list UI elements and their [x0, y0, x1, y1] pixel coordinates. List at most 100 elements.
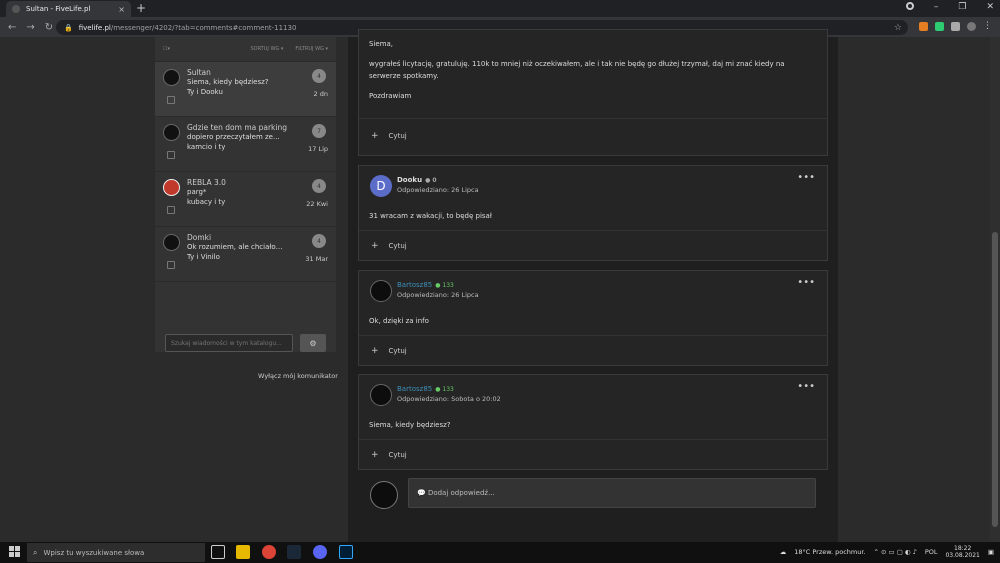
conversation-checkbox[interactable] — [167, 261, 175, 269]
url-path: /messenger/4202/?tab=comments#comment-11… — [110, 23, 297, 32]
message-line: Pozdrawiam — [369, 92, 412, 100]
plus-icon: + — [371, 131, 379, 141]
file-explorer-icon[interactable] — [236, 545, 250, 559]
conversation-title[interactable]: REBLA 3.0 — [187, 178, 226, 187]
conversation-item[interactable]: REBLA 3.0 parg* kubacy i ty 4 22 Kwi — [155, 172, 336, 227]
quote-label: Cytuj — [388, 451, 407, 459]
bookmark-star-icon[interactable]: ☆ — [894, 23, 902, 33]
conversation-title[interactable]: Gdzie ten dom ma parking — [187, 123, 287, 132]
puzzle-icon[interactable] — [951, 21, 960, 31]
post-author[interactable]: Bartosz85 ● 133 — [397, 385, 454, 393]
menu-kebab-icon[interactable]: ⋮ — [983, 21, 992, 31]
avatar — [163, 179, 180, 196]
url-host: fivelife.pl — [78, 23, 111, 32]
message-post: Bartosz85 ● 133 Odpowiedziano: 26 Lipca •… — [358, 270, 828, 366]
conversation-item[interactable]: Sultan Siema, kiedy będziesz? Ty i Dooku… — [155, 62, 336, 117]
post-author[interactable]: Bartosz85 ● 133 — [397, 281, 454, 289]
conversation-checkbox[interactable] — [167, 151, 175, 159]
quote-label: Cytuj — [388, 242, 407, 250]
conversation-participants: kubacy i ty — [187, 198, 226, 206]
avatar — [370, 481, 398, 509]
tray-icons[interactable]: ⌃ ⊙ ▭ ▢ ◐ ♪ — [873, 548, 916, 556]
reload-icon[interactable]: ↻ — [45, 22, 53, 33]
divider — [359, 439, 827, 440]
record-icon[interactable] — [905, 2, 914, 10]
conversation-checkbox[interactable] — [167, 96, 175, 104]
close-window-button[interactable]: ✕ — [986, 2, 994, 12]
windows-start-icon[interactable] — [9, 546, 20, 557]
avatar[interactable]: D — [370, 175, 392, 197]
maximize-button[interactable]: ❐ — [958, 2, 966, 12]
favicon-icon — [12, 5, 20, 13]
reputation-badge: ● 133 — [435, 282, 454, 289]
message-body: Ok, dzięki za info — [369, 317, 429, 325]
post-author[interactable]: Dooku ● 0 — [397, 176, 437, 184]
reply-count-badge: 4 — [312, 69, 326, 83]
filter-button[interactable]: FILTRUJ WG ▾ — [295, 46, 328, 52]
select-all-icon[interactable]: ☐▾ — [163, 46, 170, 52]
page-scrollbar[interactable] — [990, 37, 1000, 542]
chrome-icon[interactable] — [262, 545, 276, 559]
quote-button[interactable]: + Cytuj — [371, 346, 407, 356]
conversation-checkbox[interactable] — [167, 206, 175, 214]
reply-input[interactable]: 💬 Dodaj odpowiedź... — [408, 478, 816, 508]
photoshop-icon[interactable] — [339, 545, 353, 559]
quote-button[interactable]: + Cytuj — [371, 241, 407, 251]
extension-icon[interactable] — [919, 21, 928, 31]
conversation-list-header: ☐▾ SORTUJ WG ▾ FILTRUJ WG ▾ — [155, 37, 336, 62]
new-tab-button[interactable]: + — [136, 1, 146, 15]
steam-icon[interactable] — [287, 545, 301, 559]
minimize-button[interactable]: – — [934, 2, 939, 12]
disable-messenger-link[interactable]: Wyłącz mój komunikator — [258, 372, 338, 380]
browser-tab[interactable]: Sultan - FiveLife.pl × — [6, 1, 131, 17]
back-icon[interactable]: ← — [8, 22, 16, 33]
reply-count-badge: 4 — [312, 234, 326, 248]
plus-icon: + — [371, 450, 379, 460]
clock[interactable]: 18:22 03.08.2021 — [945, 545, 979, 559]
scrollbar-thumb[interactable] — [992, 232, 998, 527]
clock-date: 03.08.2021 — [945, 552, 980, 559]
settings-gear-button[interactable]: ⚙ — [300, 334, 326, 352]
window-controls: – ❐ ✕ — [905, 2, 994, 12]
notification-icon[interactable]: ▣ — [988, 548, 994, 556]
plus-icon: + — [371, 346, 379, 356]
close-tab-icon[interactable]: × — [118, 5, 125, 14]
browser-tabbar: Sultan - FiveLife.pl × + – ❐ ✕ — [0, 0, 1000, 17]
conversation-participants: Ty i Dooku — [187, 88, 223, 96]
sort-button[interactable]: SORTUJ WG ▾ — [250, 46, 283, 52]
quote-button[interactable]: + Cytuj — [371, 131, 407, 141]
lock-icon[interactable]: 🔒 — [64, 24, 73, 32]
page-content: ☐▾ SORTUJ WG ▾ FILTRUJ WG ▾ Sultan Siema… — [0, 29, 1000, 542]
forward-icon[interactable]: → — [26, 22, 34, 33]
conversation-date: 22 Kwi — [306, 200, 328, 208]
conversation-list: ☐▾ SORTUJ WG ▾ FILTRUJ WG ▾ Sultan Siema… — [155, 37, 336, 352]
post-menu-icon[interactable]: ••• — [797, 172, 815, 183]
conversation-item[interactable]: Gdzie ten dom ma parking dopiero przeczy… — [155, 117, 336, 172]
task-view-icon[interactable] — [211, 545, 225, 559]
conversation-item[interactable]: Domki Ok rozumiem, ale chciałom... Ty i … — [155, 227, 336, 282]
search-icon: ⌕ — [33, 547, 38, 557]
message-body: 31 wracam z wakacji, to będę pisał — [369, 212, 492, 220]
post-date: Odpowiedziano: 26 Lipca — [397, 186, 479, 194]
conversation-participants: kamcio i ty — [187, 143, 226, 151]
post-date: Odpowiedziano: 26 Lipca — [397, 291, 479, 299]
message-post: Siema, wygrałeś licytację, gratuluję. 11… — [358, 29, 828, 156]
conversation-title[interactable]: Domki — [187, 233, 211, 242]
avatar[interactable] — [370, 280, 392, 302]
discord-icon[interactable] — [313, 545, 327, 559]
quote-button[interactable]: + Cytuj — [371, 450, 407, 460]
post-menu-icon[interactable]: ••• — [797, 277, 815, 288]
post-menu-icon[interactable]: ••• — [797, 381, 815, 392]
conversation-title[interactable]: Sultan — [187, 68, 211, 77]
extension-icon[interactable] — [935, 21, 944, 31]
language-indicator[interactable]: POL — [925, 548, 938, 556]
quote-label: Cytuj — [388, 347, 407, 355]
weather-text[interactable]: 18°C Przew. pochmur. — [794, 548, 865, 556]
profile-avatar[interactable] — [967, 21, 976, 31]
message-body: Siema, wygrałeś licytację, gratuluję. 11… — [369, 38, 809, 102]
taskbar-search[interactable]: ⌕ Wpisz tu wyszukiwane słowa — [27, 543, 205, 562]
reputation-badge: ● 0 — [425, 177, 437, 184]
avatar[interactable] — [370, 384, 392, 406]
extensions: ⋮ — [919, 21, 992, 31]
conversation-search-input[interactable] — [165, 334, 293, 352]
